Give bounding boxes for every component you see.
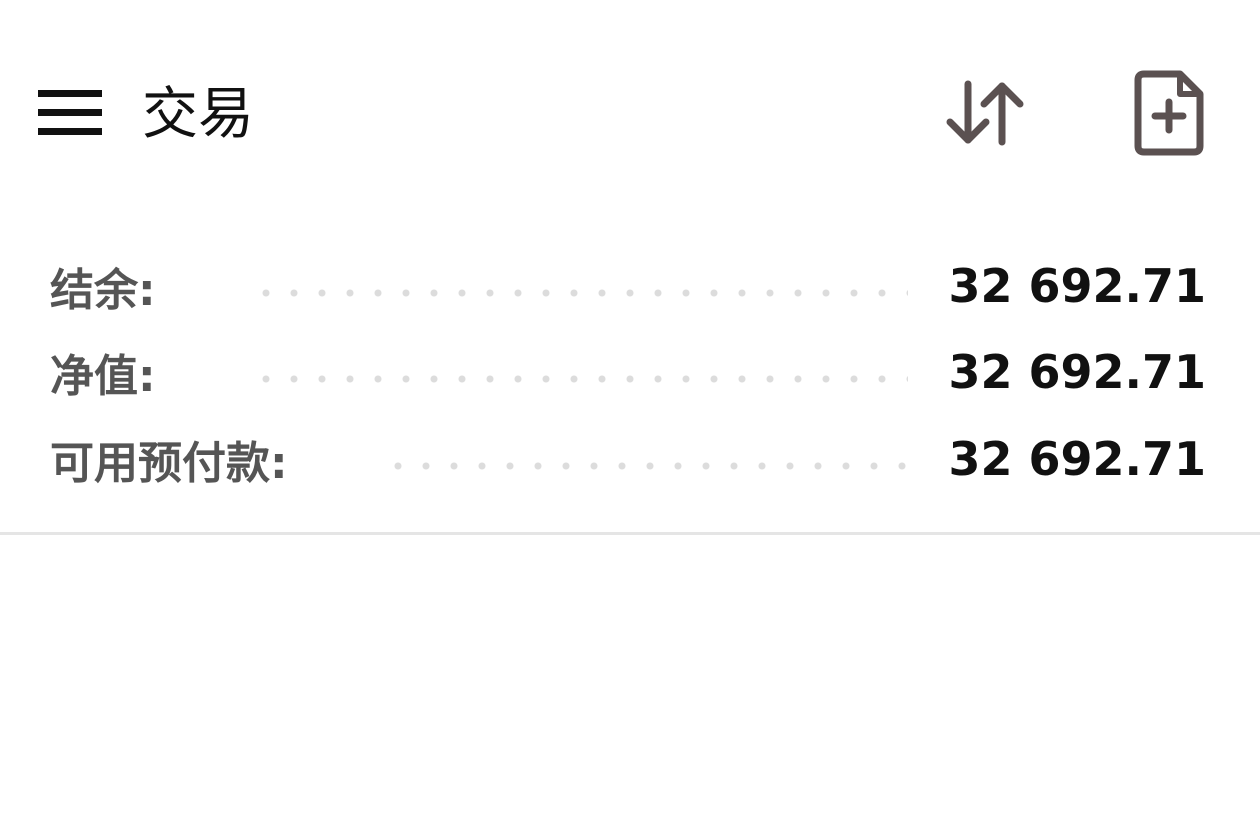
divider — [0, 532, 1260, 535]
file-plus-svg — [1134, 70, 1204, 156]
summary-row-balance: 结余: 32 692.71 — [50, 256, 1206, 316]
equity-label: 净值: — [50, 351, 156, 402]
balance-value: 32 692.71 — [948, 259, 1206, 313]
app-bar: 交易 — [0, 0, 1260, 230]
file-plus-icon[interactable] — [1130, 70, 1208, 156]
hamburger-menu-icon[interactable] — [38, 90, 102, 136]
free-margin-label: 可用预付款: — [50, 438, 288, 489]
free-margin-value: 32 692.71 — [948, 432, 1206, 486]
balance-label: 结余: — [50, 265, 156, 316]
menu-line — [38, 90, 102, 97]
sort-arrows-svg — [946, 80, 1024, 146]
page-title: 交易 — [142, 82, 254, 147]
sort-arrows-icon[interactable] — [944, 78, 1030, 148]
equity-value: 32 692.71 — [948, 345, 1206, 399]
summary-row-free-margin: 可用预付款: 32 692.71 — [50, 429, 1206, 489]
dotted-leader — [383, 462, 909, 470]
dotted-leader — [251, 289, 909, 297]
menu-line — [38, 128, 102, 135]
summary-row-equity: 净值: 32 692.71 — [50, 342, 1206, 402]
dotted-leader — [251, 375, 909, 383]
menu-line — [38, 109, 102, 116]
